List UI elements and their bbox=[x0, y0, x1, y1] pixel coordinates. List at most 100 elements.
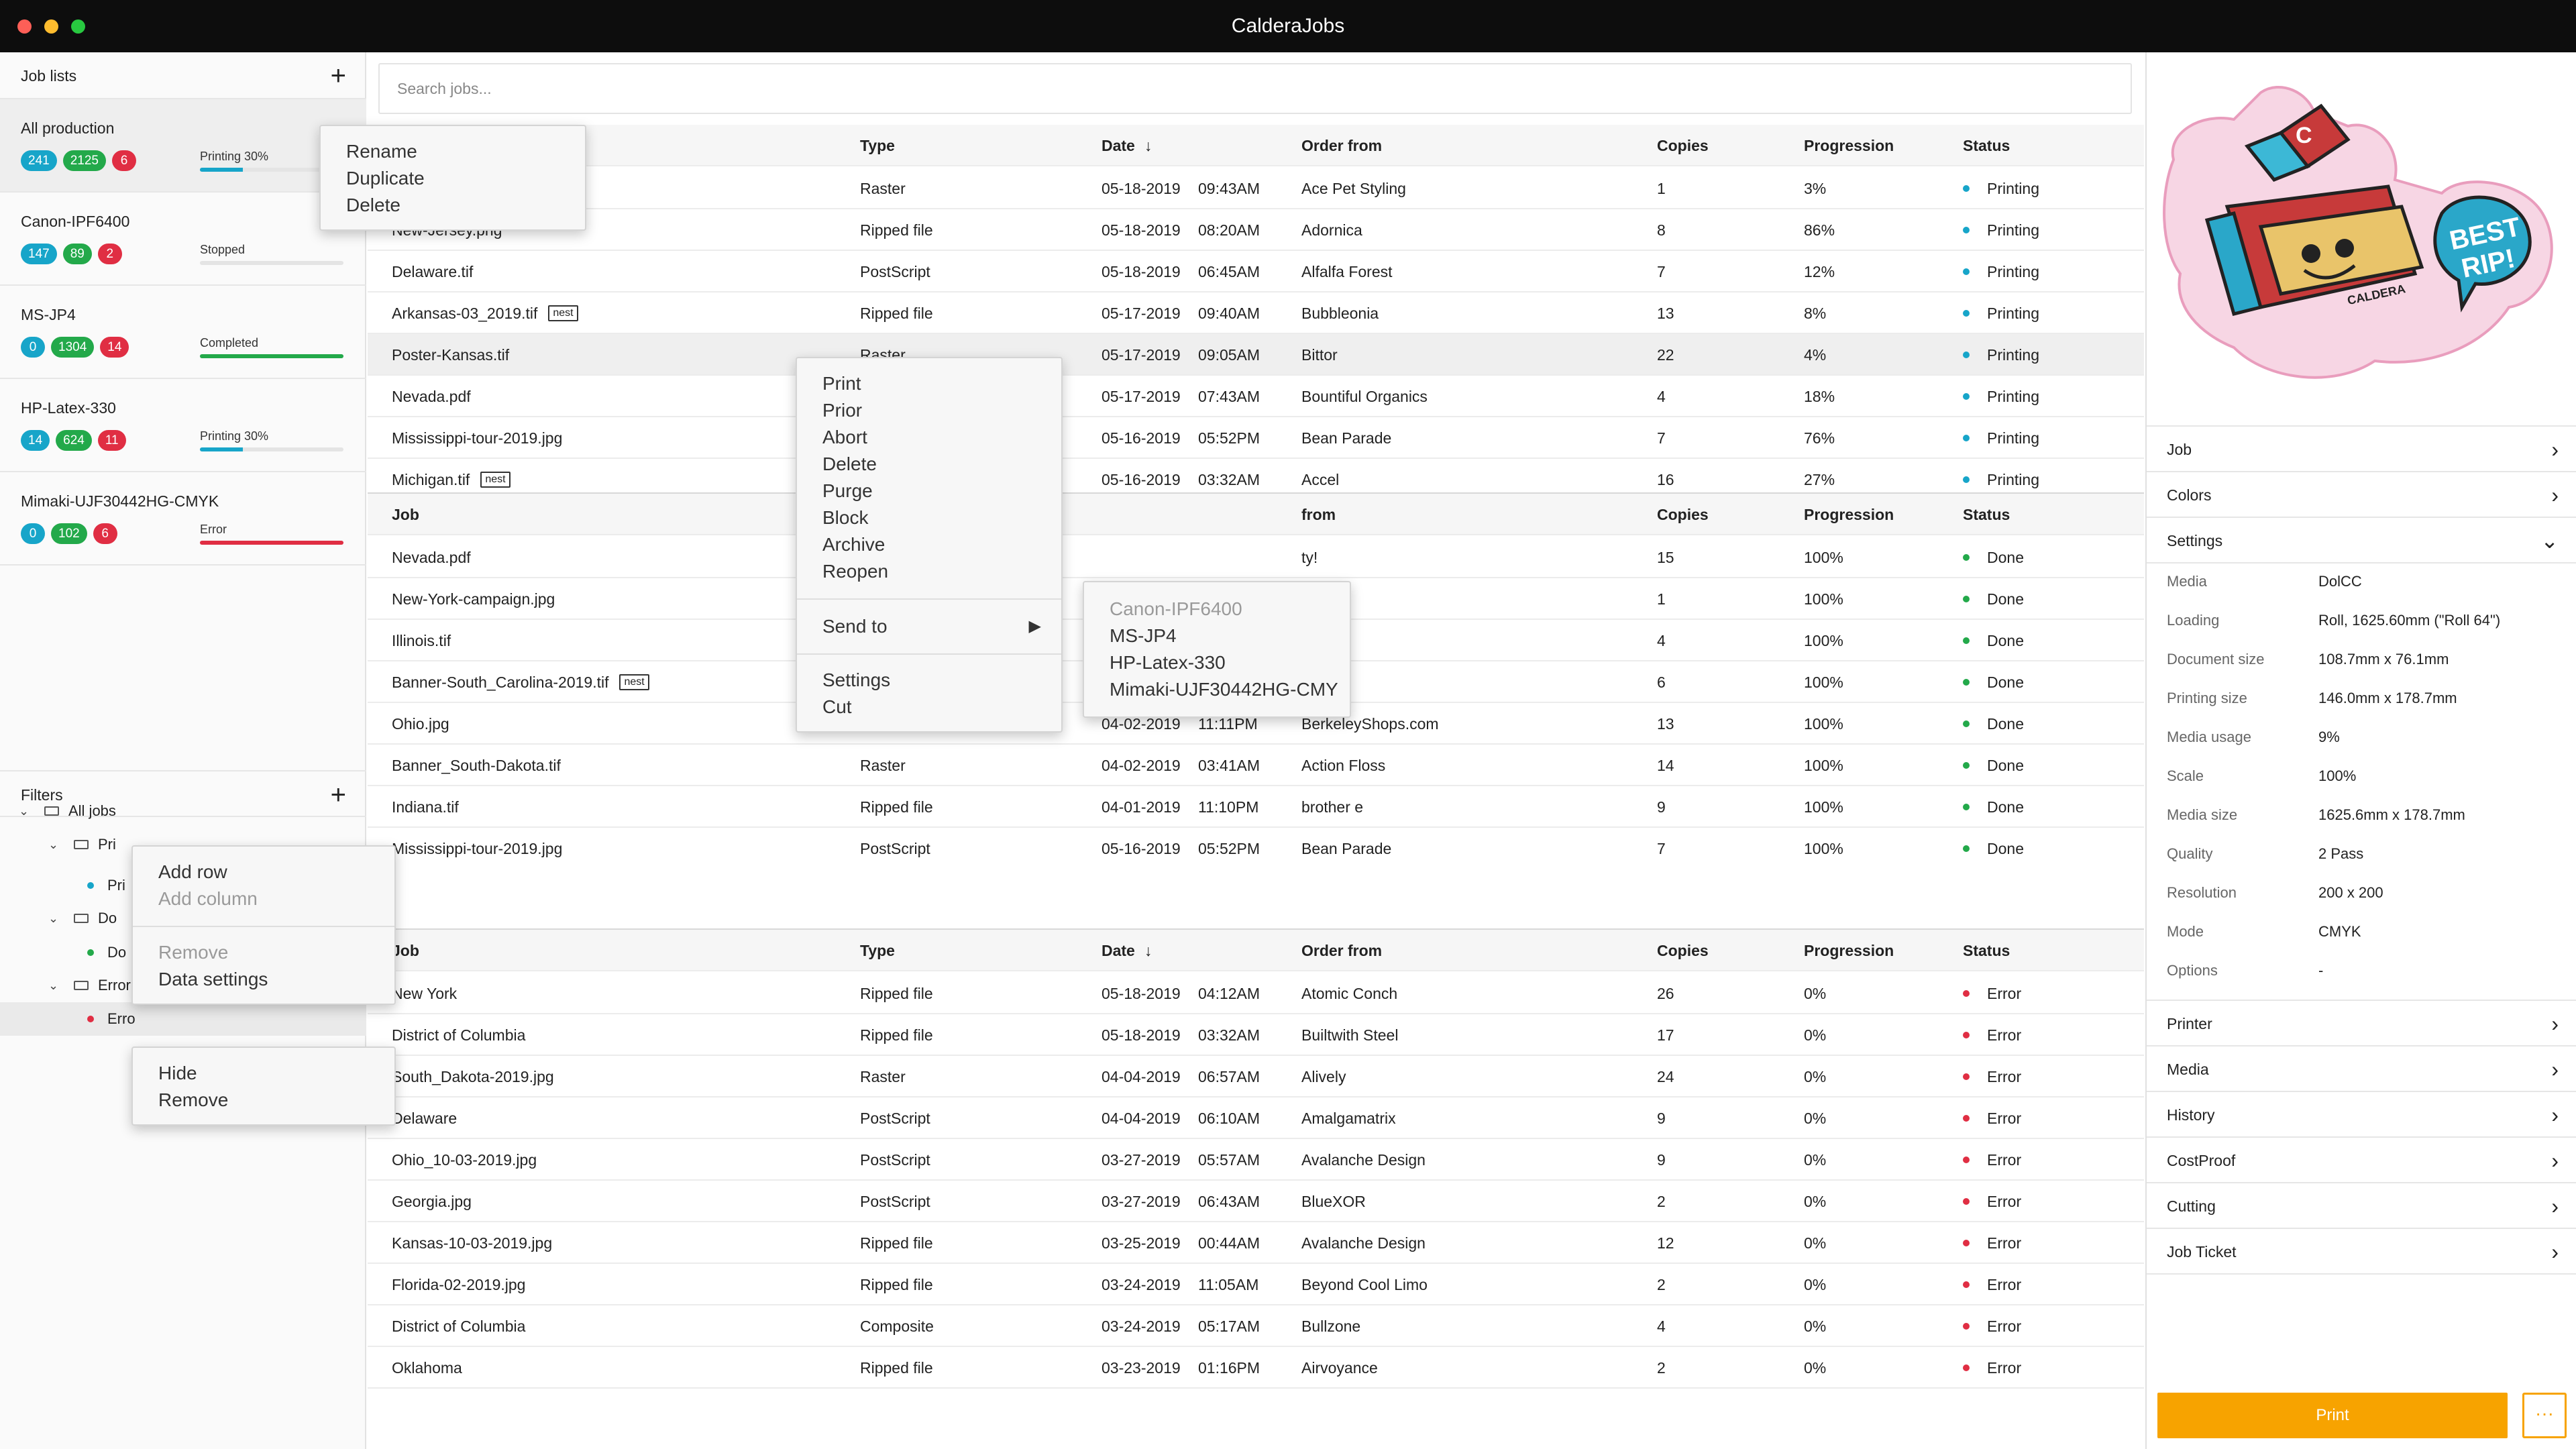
accordion-history[interactable]: History › bbox=[2147, 1092, 2576, 1138]
column-header[interactable]: from bbox=[1301, 494, 1336, 535]
table-row[interactable]: Mississippi-tour-2019.jpg PostScript 05-16… bbox=[368, 828, 2144, 861]
column-header[interactable]: Order from bbox=[1301, 930, 1382, 971]
accordion-settings[interactable]: Settings ⌄ bbox=[2147, 518, 2576, 564]
table-row[interactable]: Nevada.pdf ty! 15 100% Done bbox=[368, 537, 2144, 578]
add-job-list-plus-icon[interactable]: + bbox=[331, 52, 346, 99]
table-row[interactable]: Florida-02-2019.jpg Ripped file 03-24-2019… bbox=[368, 1264, 2144, 1305]
accordion-printer[interactable]: Printer › bbox=[2147, 1001, 2576, 1046]
filter-row[interactable]: ⌄ All jobs bbox=[0, 794, 366, 828]
send-to-menu-item[interactable]: Send to ▶ bbox=[797, 613, 1061, 640]
print-button[interactable]: Print bbox=[2157, 1393, 2508, 1438]
column-header[interactable]: Type bbox=[860, 125, 895, 166]
column-header[interactable]: Progression bbox=[1804, 125, 1894, 166]
menu-item[interactable]: Cut bbox=[797, 694, 1061, 720]
table-row[interactable]: Michigan.tif nest 05-16-2019 03:32AM Accel 16… bbox=[368, 459, 2144, 492]
table-row[interactable]: Nevada.pdf 05-17-2019 07:43AM Bountiful Org… bbox=[368, 376, 2144, 417]
menu-item[interactable]: Delete bbox=[797, 451, 1061, 478]
column-header[interactable]: Date ↓ bbox=[1102, 125, 1152, 166]
menu-item[interactable]: Add column bbox=[133, 885, 394, 912]
column-header[interactable]: Type bbox=[860, 930, 895, 971]
table-row[interactable]: District of Columbia Composite 03-24-2019 0… bbox=[368, 1305, 2144, 1347]
cell-value: Printing bbox=[1987, 180, 2039, 197]
menu-item[interactable]: Settings bbox=[797, 667, 1061, 694]
cell-value: Georgia.jpg bbox=[392, 1193, 472, 1210]
cell-value: Illinois.tif bbox=[392, 632, 451, 649]
search-input[interactable] bbox=[378, 63, 2132, 114]
menu-item[interactable]: MS-JP4 bbox=[1084, 623, 1350, 649]
table-row[interactable]: Georgia.jpg PostScript 03-27-2019 06:43AM Bl… bbox=[368, 1181, 2144, 1222]
menu-item[interactable]: Delete bbox=[321, 192, 585, 219]
accordion-colors[interactable]: Colors › bbox=[2147, 472, 2576, 518]
table-row[interactable]: District of Columbia Ripped file 05-18-201… bbox=[368, 1014, 2144, 1056]
cell-value: 05-16-2019 bbox=[1102, 429, 1181, 447]
menu-item[interactable]: Archive bbox=[797, 531, 1061, 558]
column-header[interactable]: Progression bbox=[1804, 494, 1894, 535]
sort-arrow-down-icon[interactable]: ↓ bbox=[1144, 942, 1152, 959]
sort-arrow-down-icon[interactable]: ↓ bbox=[1144, 137, 1152, 154]
cell-value: District of Columbia bbox=[392, 1026, 526, 1044]
job-list-item[interactable]: All production 241 2125 6 Printing 30% bbox=[0, 99, 366, 193]
more-options-button[interactable]: ··· bbox=[2522, 1393, 2567, 1438]
menu-item[interactable]: Data settings bbox=[133, 966, 394, 993]
menu-item[interactable]: Prior bbox=[797, 397, 1061, 424]
column-header[interactable]: Job bbox=[392, 930, 419, 971]
table-row[interactable]: Raster 05-18-2019 09:43AM Ace Pet Styling 1 3… bbox=[368, 168, 2144, 209]
menu-item[interactable]: Print bbox=[797, 370, 1061, 397]
filter-row[interactable]: Erro bbox=[0, 1002, 366, 1036]
menu-item[interactable]: Remove bbox=[133, 1087, 394, 1114]
column-header[interactable]: Status bbox=[1963, 930, 2010, 971]
menu-item[interactable]: Add row bbox=[133, 859, 394, 885]
column-header[interactable]: Copies bbox=[1657, 930, 1709, 971]
menu-item[interactable]: Hide bbox=[133, 1060, 394, 1087]
table-row[interactable]: Delaware.tif PostScript 05-18-2019 06:45AM A… bbox=[368, 251, 2144, 292]
menu-item[interactable]: Reopen bbox=[797, 558, 1061, 585]
job-list-item[interactable]: HP-Latex-330 14 624 11 Printing 30% bbox=[0, 379, 366, 472]
accordion-media[interactable]: Media › bbox=[2147, 1046, 2576, 1092]
table-row[interactable]: Oklahoma Ripped file 03-23-2019 01:16PM Airv… bbox=[368, 1347, 2144, 1389]
table-cell: Bullzone bbox=[1301, 1305, 1360, 1347]
table-cell: Ohio.jpg bbox=[392, 703, 449, 745]
table-row[interactable]: New-Jersey.pngRipped file05-18-201908:20… bbox=[368, 209, 2144, 251]
menu-item[interactable]: HP-Latex-330 bbox=[1084, 649, 1350, 676]
job-list-item[interactable]: Mimaki-UJF30442HG-CMYK 0 102 6 Error bbox=[0, 472, 366, 566]
accordion-cutting[interactable]: Cutting › bbox=[2147, 1183, 2576, 1229]
menu-item[interactable]: Duplicate bbox=[321, 165, 585, 192]
chevron-down-icon[interactable]: ⌄ bbox=[48, 912, 64, 926]
column-header[interactable]: Status bbox=[1963, 494, 2010, 535]
cell-value: Poster-Kansas.tif bbox=[392, 346, 510, 364]
column-header[interactable]: Order from bbox=[1301, 125, 1382, 166]
column-header[interactable]: Copies bbox=[1657, 494, 1709, 535]
table-row[interactable]: New York Ripped file 05-18-2019 04:12AM Atom… bbox=[368, 973, 2144, 1014]
menu-item[interactable]: Canon-IPF6400 bbox=[1084, 596, 1350, 623]
cell-value: 100% bbox=[1804, 674, 1843, 691]
table-row[interactable]: Kansas-10-03-2019.jpg Ripped file 03-25-20… bbox=[368, 1222, 2144, 1264]
table-row[interactable]: Delaware PostScript 04-04-2019 06:10AM Amalg… bbox=[368, 1097, 2144, 1139]
column-header[interactable]: Date ↓ bbox=[1102, 930, 1152, 971]
table-row[interactable]: Poster-Kansas.tif Raster 05-17-2019 09:05AM… bbox=[368, 334, 2144, 376]
cell-value: Ace Pet Styling bbox=[1301, 180, 1406, 197]
job-list-item[interactable]: MS-JP4 0 1304 14 Completed bbox=[0, 286, 366, 379]
accordion-costproof[interactable]: CostProof › bbox=[2147, 1138, 2576, 1183]
column-header[interactable]: Status bbox=[1963, 125, 2010, 166]
menu-item[interactable]: Rename bbox=[321, 138, 585, 165]
menu-item[interactable]: Abort bbox=[797, 424, 1061, 451]
menu-item[interactable]: Mimaki-UJF30442HG-CMY bbox=[1084, 676, 1350, 703]
column-header[interactable]: Job bbox=[392, 494, 419, 535]
column-header[interactable]: Progression bbox=[1804, 930, 1894, 971]
accordion-job-ticket[interactable]: Job Ticket › bbox=[2147, 1229, 2576, 1275]
menu-item[interactable]: Block bbox=[797, 504, 1061, 531]
accordion-job[interactable]: Job › bbox=[2147, 427, 2576, 472]
chevron-down-icon[interactable]: ⌄ bbox=[48, 838, 64, 852]
menu-item[interactable]: Purge bbox=[797, 478, 1061, 504]
table-row[interactable]: Indiana.tif Ripped file 04-01-2019 11:10PM b… bbox=[368, 786, 2144, 828]
table-row[interactable]: South_Dakota-2019.jpg Raster 04-04-2019 06:… bbox=[368, 1056, 2144, 1097]
column-header[interactable]: Copies bbox=[1657, 125, 1709, 166]
table-row[interactable]: Banner_South-Dakota.tif Raster 04-02-2019 0… bbox=[368, 745, 2144, 786]
chevron-down-icon[interactable]: ⌄ bbox=[48, 979, 64, 993]
table-row[interactable]: Mississippi-tour-2019.jpg 05-16-2019 05:52… bbox=[368, 417, 2144, 459]
menu-item[interactable]: Remove bbox=[133, 939, 394, 966]
table-row[interactable]: Ohio_10-03-2019.jpg PostScript 03-27-2019 0… bbox=[368, 1139, 2144, 1181]
job-list-item[interactable]: Canon-IPF6400 147 89 2 Stopped bbox=[0, 193, 366, 286]
table-row[interactable]: Arkansas-03_2019.tif nest Ripped file 05-17… bbox=[368, 292, 2144, 334]
chevron-down-icon[interactable]: ⌄ bbox=[19, 804, 35, 818]
